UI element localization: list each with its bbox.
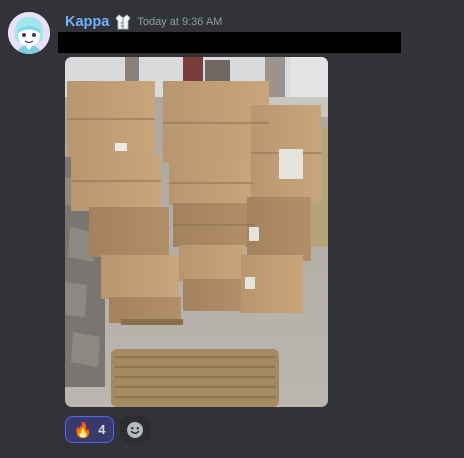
- reaction-bar: 🔥 4: [65, 416, 150, 443]
- message-header: Kappa Today at 9:36 AM: [65, 11, 222, 33]
- redacted-message-text: [58, 32, 401, 53]
- fire-emoji: 🔥: [73, 420, 93, 439]
- smiley-add-reaction-icon: [127, 421, 143, 438]
- timestamp: Today at 9:36 AM: [137, 16, 223, 28]
- avatar-icon: [8, 12, 50, 54]
- reaction-fire[interactable]: 🔥 4: [65, 416, 114, 443]
- add-reaction-button[interactable]: [120, 416, 150, 443]
- user-avatar[interactable]: [8, 12, 50, 54]
- reaction-count: 4: [98, 422, 106, 437]
- boxes-photo: [65, 57, 328, 407]
- lab-coat-icon[interactable]: [114, 13, 132, 31]
- image-attachment[interactable]: [65, 57, 328, 407]
- username[interactable]: Kappa: [65, 14, 109, 30]
